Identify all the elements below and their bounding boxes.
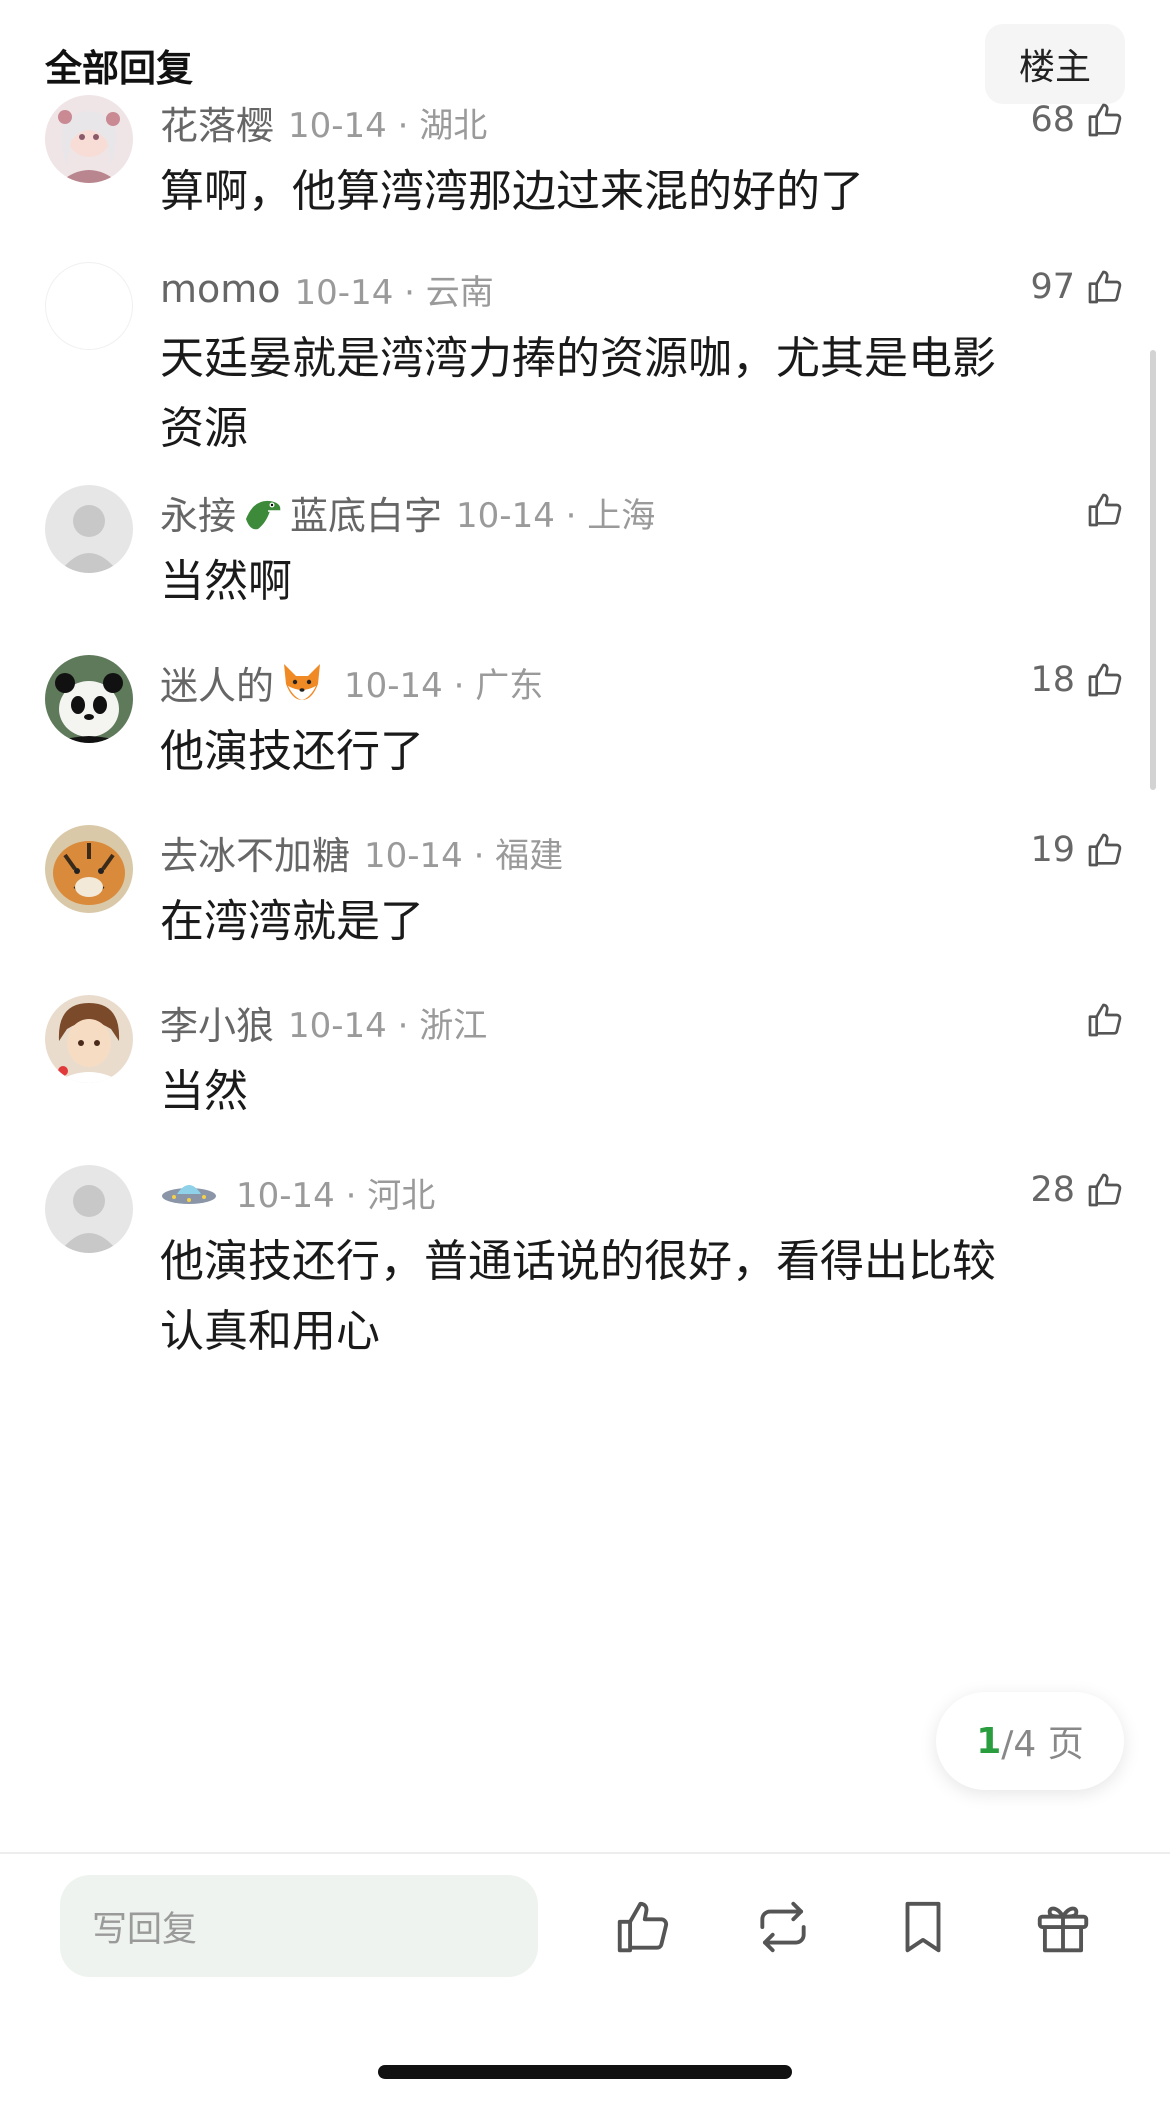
comment-line: 天廷晏就是湾湾力捧的资源咖，尤其是电影 — [160, 333, 996, 384]
gift-icon — [1037, 1906, 1089, 1953]
page-title: 全部回复 — [45, 47, 193, 90]
comment-meta: 李小狼 10-14 · 浙江 — [160, 995, 488, 1050]
bookmark-button[interactable] — [886, 1890, 960, 1964]
thumbs-up-icon — [1088, 270, 1122, 304]
username[interactable]: 迷人的 — [160, 655, 274, 710]
comment-line: 当然 — [160, 1066, 248, 1117]
comment-line: 认真和用心 — [160, 1306, 380, 1357]
like-button[interactable]: 19 — [1030, 825, 1125, 875]
username[interactable]: 去冰不加糖 — [160, 825, 350, 880]
comment-text: 他演技还行了 — [160, 717, 1090, 787]
comment-meta: 10-14 · 河北 — [160, 1167, 435, 1217]
like-button[interactable] — [1085, 485, 1125, 535]
avatar[interactable] — [45, 262, 133, 350]
like-post-button[interactable] — [606, 1890, 680, 1964]
like-count: 28 — [1030, 1170, 1075, 1210]
reply-input[interactable]: 写回复 — [60, 1875, 538, 1977]
comment-line: 算啊，他算湾湾那边过来混的好的了 — [160, 166, 864, 217]
like-button[interactable]: 18 — [1030, 655, 1125, 705]
thumbs-up-icon — [1088, 663, 1122, 697]
username[interactable]: 永接 — [160, 485, 236, 540]
ufo-emoji-icon — [162, 1185, 216, 1204]
thumbs-up-icon — [1088, 1173, 1122, 1207]
crocodile-emoji-icon — [246, 500, 281, 530]
avatar[interactable] — [45, 655, 133, 743]
repost-icon — [760, 1901, 806, 1953]
current-page: 1 — [976, 1720, 1002, 1762]
username[interactable]: momo — [160, 267, 281, 311]
like-count: 68 — [1030, 100, 1075, 140]
like-count: 18 — [1030, 660, 1075, 700]
comment-text: 他演技还行，普通话说的很好，看得出比较 认真和用心 — [160, 1227, 1090, 1367]
thumbs-up-icon — [1088, 1003, 1122, 1037]
comment-text: 算啊，他算湾湾那边过来混的好的了 — [160, 157, 1090, 227]
comment-date: 10-14 · 广东 — [344, 665, 544, 706]
thumbs-up-icon — [1088, 493, 1122, 527]
username[interactable]: 花落樱 — [160, 95, 274, 150]
avatar[interactable] — [45, 1165, 133, 1253]
thumbs-up-icon — [1088, 103, 1122, 137]
like-button[interactable]: 97 — [1030, 262, 1125, 312]
scrollbar[interactable] — [1150, 350, 1156, 790]
comment-date: 10-14 · 湖北 — [288, 105, 488, 146]
avatar[interactable] — [45, 825, 133, 913]
comment-meta: 永接 蓝底白字 10-14 · 上海 — [160, 485, 656, 540]
comment-meta: 去冰不加糖 10-14 · 福建 — [160, 825, 564, 880]
username-suffix[interactable]: 蓝底白字 — [290, 485, 442, 540]
comment-line: 他演技还行了 — [160, 726, 424, 777]
comment-date: 10-14 · 福建 — [364, 835, 564, 876]
home-indicator — [378, 2065, 792, 2079]
like-count: 19 — [1030, 830, 1075, 870]
avatar[interactable] — [45, 95, 133, 183]
like-count: 97 — [1030, 267, 1075, 307]
comment-date: 10-14 · 云南 — [294, 272, 494, 313]
comment-text: 天廷晏就是湾湾力捧的资源咖，尤其是电影 资源 — [160, 324, 1090, 464]
thumbs-up-icon — [1088, 833, 1122, 867]
bookmark-icon — [905, 1901, 941, 1953]
comment-line: 他演技还行，普通话说的很好，看得出比较 — [160, 1236, 996, 1287]
comment-date: 10-14 · 上海 — [456, 495, 656, 536]
total-pages: /4 页 — [1001, 1724, 1084, 1765]
comment-meta: 迷人的 10-14 · 广东 — [160, 655, 544, 710]
comment-line: 当然啊 — [160, 556, 292, 607]
comment-meta: momo 10-14 · 云南 — [160, 264, 494, 314]
gift-button[interactable] — [1026, 1890, 1100, 1964]
comment-text: 当然 — [160, 1057, 1090, 1127]
avatar[interactable] — [45, 485, 133, 573]
page-indicator[interactable]: 1 /4 页 — [936, 1692, 1124, 1790]
comment-date: 10-14 · 浙江 — [288, 1005, 488, 1046]
like-button[interactable] — [1085, 995, 1125, 1045]
comment-text: 当然啊 — [160, 547, 1090, 617]
comment-text: 在湾湾就是了 — [160, 887, 1090, 957]
divider — [0, 1852, 1170, 1854]
fox-emoji-icon — [284, 664, 321, 700]
like-button[interactable]: 28 — [1030, 1165, 1125, 1215]
like-button[interactable]: 68 — [1030, 95, 1125, 145]
repost-button[interactable] — [746, 1890, 820, 1964]
comment-line: 在湾湾就是了 — [160, 896, 424, 947]
owner-only-button[interactable]: 楼主 — [985, 24, 1125, 104]
username[interactable]: 李小狼 — [160, 995, 274, 1050]
thumbs-up-icon — [617, 1901, 669, 1953]
comment-date: 10-14 · 河北 — [236, 1175, 436, 1216]
comment-meta: 花落樱 10-14 · 湖北 — [160, 95, 488, 150]
comment-line: 资源 — [160, 403, 248, 454]
avatar[interactable] — [45, 995, 133, 1083]
